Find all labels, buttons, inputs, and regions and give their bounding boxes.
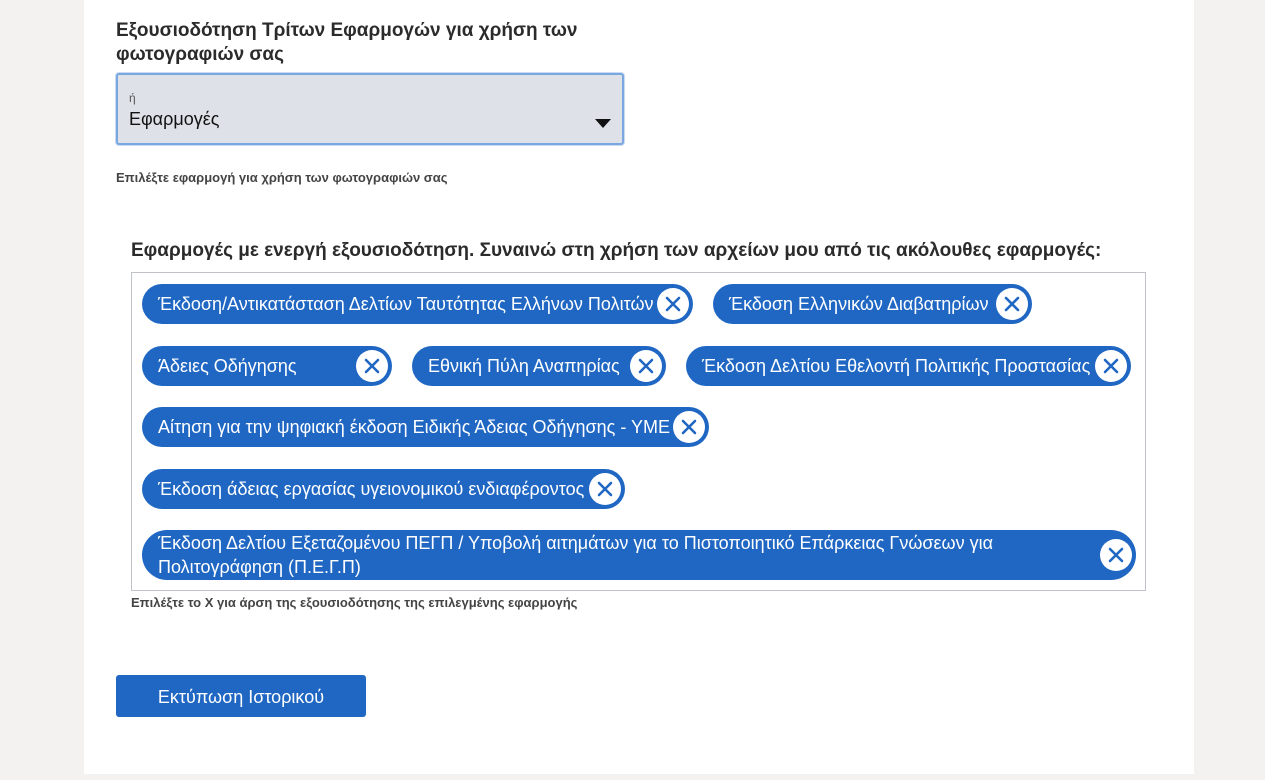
remove-icon[interactable] [356, 350, 388, 382]
app-chip-label: Έκδοση Δελτίου Εθελοντή Πολιτικής Προστα… [702, 356, 1091, 376]
remove-hint-prefix: Επιλέξτε το [131, 595, 202, 610]
app-chip: Έκδοση Ελληνικών Διαβατηρίων [713, 284, 1032, 324]
applications-select[interactable]: ή Εφαρμογές [116, 73, 624, 145]
main-panel: Εξουσιοδότηση Τρίτων Εφαρμογών για χρήση… [84, 0, 1194, 774]
app-chip: Άδειες Οδήγησης [142, 346, 392, 386]
section-title: Εξουσιοδότηση Τρίτων Εφαρμογών για χρήση… [116, 20, 578, 65]
app-chip-label: Έκδοση/Αντικατάσταση Δελτίων Ταυτότητας … [158, 294, 654, 314]
remove-icon[interactable] [589, 473, 621, 505]
remove-hint-x: Χ [204, 595, 214, 610]
app-chip: Έκδοση/Αντικατάσταση Δελτίων Ταυτότητας … [142, 284, 693, 324]
active-apps-title: Εφαρμογές με ενεργή εξουσιοδότηση. Συναι… [131, 240, 1102, 261]
remove-icon[interactable] [996, 288, 1028, 320]
print-history-button[interactable]: Εκτύπωση Ιστορικού [116, 675, 366, 717]
remove-icon[interactable] [673, 411, 705, 443]
app-chip-label: Έκδοση Ελληνικών Διαβατηρίων [729, 294, 989, 314]
remove-icon[interactable] [1095, 350, 1127, 382]
app-chip: Εθνική Πύλη Αναπηρίας [412, 346, 666, 386]
app-chip-label: Έκδοση Δελτίου Εξεταζομένου ΠΕΓΠ / Υποβο… [158, 533, 993, 577]
select-small-label: ή [129, 91, 136, 105]
caret-down-icon [595, 119, 611, 128]
select-value: Εφαρμογές [129, 109, 220, 129]
remove-hint-suffix: για άρση της εξουσιοδότησης της επιλεγμέ… [217, 595, 578, 610]
select-hint: Επιλέξτε εφαρμογή για χρήση των φωτογραφ… [116, 170, 448, 185]
remove-icon[interactable] [657, 288, 689, 320]
app-chip-label: Αίτηση για την ψηφιακή έκδοση Ειδικής Άδ… [158, 417, 671, 437]
app-chip-label: Άδειες Οδήγησης [158, 356, 297, 376]
remove-icon[interactable] [1100, 539, 1132, 571]
app-chip: Αίτηση για την ψηφιακή έκδοση Ειδικής Άδ… [142, 407, 709, 447]
app-chip: Έκδοση άδειας εργασίας υγειονομικού ενδι… [142, 469, 625, 509]
app-chip-label: Έκδοση άδειας εργασίας υγειονομικού ενδι… [158, 479, 585, 499]
remove-hint: Επιλέξτε το Χ για άρση της εξουσιοδότηση… [131, 595, 577, 610]
active-apps-list: Έκδοση/Αντικατάσταση Δελτίων Ταυτότητας … [131, 272, 1146, 591]
app-chip: Έκδοση Δελτίου Εθελοντή Πολιτικής Προστα… [686, 346, 1131, 386]
remove-icon[interactable] [630, 350, 662, 382]
app-chip-label: Εθνική Πύλη Αναπηρίας [428, 356, 620, 376]
app-chip: Έκδοση Δελτίου Εξεταζομένου ΠΕΓΠ / Υποβο… [142, 530, 1136, 580]
